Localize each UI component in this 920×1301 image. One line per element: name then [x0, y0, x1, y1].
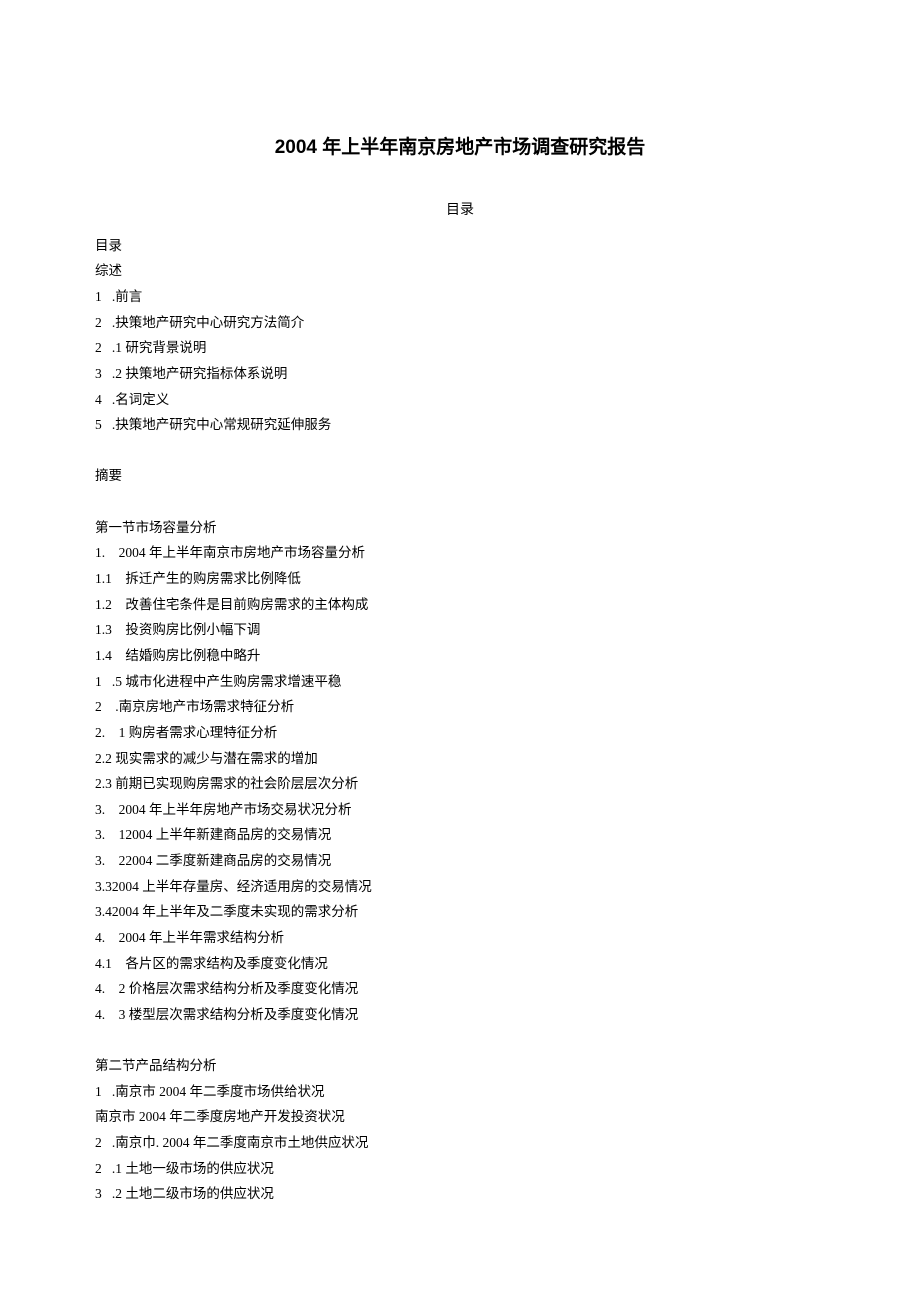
toc-line: 1 .前言 — [95, 284, 825, 310]
toc-line: 2.3 前期已实现购房需求的社会阶层层次分析 — [95, 771, 825, 797]
toc-line: 1.4 结婚购房比例稳中略升 — [95, 643, 825, 669]
toc-line: 3.42004 年上半年及二季度未实现的需求分析 — [95, 899, 825, 925]
toc-body: 目录综述1 .前言2 .抉策地产研究中心研究方法简介2 .1 研究背景说明3 .… — [95, 233, 825, 1207]
toc-line: 2 .1 土地一级市场的供应状况 — [95, 1156, 825, 1182]
toc-line: 4. 2 价格层次需求结构分析及季度变化情况 — [95, 976, 825, 1002]
toc-line: 3. 22004 二季度新建商品房的交易情况 — [95, 848, 825, 874]
toc-line: 第一节市场容量分析 — [95, 515, 825, 541]
toc-line: 4.1 各片区的需求结构及季度变化情况 — [95, 951, 825, 977]
toc-line: 4 .名词定义 — [95, 387, 825, 413]
document-title: 2004 年上半年南京房地产市场调查研究报告 — [95, 130, 825, 166]
toc-line — [95, 438, 825, 464]
toc-line: 1. 2004 年上半年南京市房地产市场容量分析 — [95, 540, 825, 566]
toc-line: 3. 2004 年上半年房地产市场交易状况分析 — [95, 797, 825, 823]
toc-line: 2 .南京巾. 2004 年二季度南京市土地供应状况 — [95, 1130, 825, 1156]
toc-line: 摘要 — [95, 463, 825, 489]
toc-line: 1.2 改善住宅条件是目前购房需求的主体构成 — [95, 592, 825, 618]
document-page: 2004 年上半年南京房地产市场调查研究报告 目录 目录综述1 .前言2 .抉策… — [0, 0, 920, 1301]
toc-line: 南京市 2004 年二季度房地产开发投资状况 — [95, 1104, 825, 1130]
toc-line — [95, 1028, 825, 1054]
toc-line: 1 .5 城市化进程中产生购房需求增速平稳 — [95, 669, 825, 695]
toc-line: 4. 3 楼型层次需求结构分析及季度变化情况 — [95, 1002, 825, 1028]
document-subtitle: 目录 — [95, 198, 825, 225]
toc-line: 1.3 投资购房比例小幅下调 — [95, 617, 825, 643]
toc-line: 3 .2 抉策地产研究指标体系说明 — [95, 361, 825, 387]
toc-line: 3 .2 土地二级市场的供应状况 — [95, 1181, 825, 1207]
toc-line: 2 .1 研究背景说明 — [95, 335, 825, 361]
toc-line: 3. 12004 上半年新建商品房的交易情况 — [95, 822, 825, 848]
toc-line: 第二节产品结构分析 — [95, 1053, 825, 1079]
toc-line: 5 .抉策地产研究中心常规研究延伸服务 — [95, 412, 825, 438]
toc-line: 3.32004 上半年存量房、经济适用房的交易情况 — [95, 874, 825, 900]
toc-line: 目录 — [95, 233, 825, 259]
toc-line: 2. 1 购房者需求心理特征分析 — [95, 720, 825, 746]
toc-line: 1 .南京市 2004 年二季度市场供给状况 — [95, 1079, 825, 1105]
toc-line: 4. 2004 年上半年需求结构分析 — [95, 925, 825, 951]
toc-line: 综述 — [95, 258, 825, 284]
toc-line: 1.1 拆迁产生的购房需求比例降低 — [95, 566, 825, 592]
toc-line: 2 .抉策地产研究中心研究方法简介 — [95, 310, 825, 336]
toc-line: 2.2 现实需求的减少与潜在需求的增加 — [95, 746, 825, 772]
toc-line — [95, 489, 825, 515]
toc-line: 2 .南京房地产市场需求特征分析 — [95, 694, 825, 720]
